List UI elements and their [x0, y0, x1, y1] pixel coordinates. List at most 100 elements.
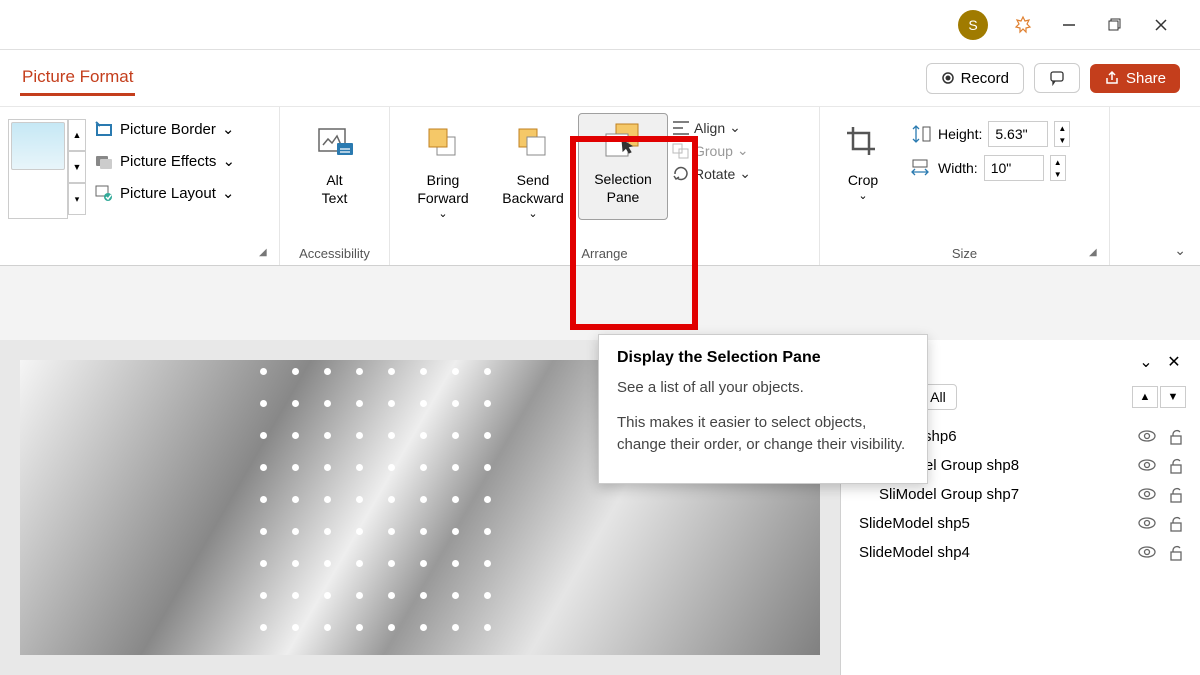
visibility-icon[interactable] — [1138, 429, 1156, 445]
effects-icon — [94, 151, 114, 171]
crop-icon — [845, 125, 881, 161]
comment-icon — [1049, 70, 1065, 86]
chevron-down-icon: ⌄ — [737, 142, 749, 159]
group-size: Crop ⌄ Height: ▲▼ Width: ▲▼ Size ◢ — [820, 107, 1110, 265]
comments-button[interactable] — [1034, 63, 1080, 93]
close-button[interactable] — [1138, 2, 1184, 48]
crop-button[interactable]: Crop ⌄ — [828, 113, 898, 202]
object-list-item[interactable]: SlideModel shp5 — [855, 509, 1186, 538]
gallery-more[interactable]: ▾ — [68, 183, 86, 215]
record-button[interactable]: Record — [926, 63, 1024, 94]
group-picture-styles: ▲ ▼ ▾ Picture Border ⌄ Picture Effects ⌄… — [0, 107, 280, 265]
selection-pane-icon — [602, 122, 644, 162]
gallery-up[interactable]: ▲ — [68, 119, 86, 151]
object-name: SlideModel shp5 — [859, 515, 1138, 532]
minimize-button[interactable] — [1046, 2, 1092, 48]
collapse-ribbon-icon[interactable]: ⌄ — [1174, 242, 1186, 259]
share-label: Share — [1126, 70, 1166, 87]
lock-icon[interactable] — [1168, 545, 1184, 561]
selection-pane-label: Selection Pane — [594, 170, 652, 206]
gallery-down[interactable]: ▼ — [68, 151, 86, 183]
align-button[interactable]: Align ⌄ — [672, 119, 751, 136]
gallery-scroll: ▲ ▼ ▾ — [68, 119, 86, 219]
pane-close-icon[interactable]: ✕ — [1162, 350, 1186, 374]
picture-layout-label: Picture Layout — [120, 185, 216, 202]
width-up[interactable]: ▲ — [1051, 156, 1065, 168]
picture-border-label: Picture Border — [120, 121, 216, 138]
rotate-button[interactable]: Rotate ⌄ — [672, 165, 751, 182]
lock-icon[interactable] — [1168, 458, 1184, 474]
alt-text-button[interactable]: Alt Text — [288, 113, 381, 207]
bring-forward-label: Bring Forward — [417, 171, 468, 207]
lock-icon[interactable] — [1168, 487, 1184, 503]
alt-text-label: Alt Text — [322, 171, 348, 207]
send-backward-button[interactable]: Send Backward ⌄ — [488, 113, 578, 220]
bring-forward-icon — [425, 125, 461, 161]
width-input[interactable] — [984, 155, 1044, 181]
picture-styles-launcher[interactable]: ◢ — [259, 247, 273, 261]
size-launcher[interactable]: ◢ — [1089, 247, 1103, 261]
visibility-icon[interactable] — [1138, 516, 1156, 532]
chevron-down-icon: ⌄ — [222, 120, 235, 138]
visibility-icon[interactable] — [1138, 487, 1156, 503]
pane-dropdown-icon[interactable]: ⌄ — [1134, 350, 1158, 374]
arrange-group-label: Arrange — [398, 244, 811, 261]
picture-style-gallery[interactable] — [8, 119, 68, 219]
dot-pattern — [260, 360, 520, 655]
tooltip-line2: This makes it easier to select objects, … — [617, 412, 909, 457]
picture-border-button[interactable]: Picture Border ⌄ — [94, 119, 235, 139]
height-input[interactable] — [988, 121, 1048, 147]
tab-picture-format[interactable]: Picture Format — [20, 61, 135, 96]
height-label: Height: — [938, 126, 982, 142]
chevron-down-icon: ⌄ — [222, 152, 235, 170]
lock-icon[interactable] — [1168, 429, 1184, 445]
chevron-down-icon: ⌄ — [858, 189, 867, 202]
ribbon: ▲ ▼ ▾ Picture Border ⌄ Picture Effects ⌄… — [0, 106, 1200, 266]
visibility-icon[interactable] — [1138, 545, 1156, 561]
size-group-label: Size — [828, 244, 1101, 261]
coming-soon-icon[interactable] — [1000, 2, 1046, 48]
picture-layout-button[interactable]: Picture Layout ⌄ — [94, 183, 235, 203]
move-down-button[interactable]: ▼ — [1160, 386, 1186, 408]
picture-effects-label: Picture Effects — [120, 153, 216, 170]
selection-pane-tooltip: Display the Selection Pane See a list of… — [598, 334, 928, 484]
user-avatar[interactable]: S — [958, 10, 988, 40]
bring-forward-button[interactable]: Bring Forward ⌄ — [398, 113, 488, 220]
width-label: Width: — [938, 160, 978, 176]
align-icon — [672, 120, 690, 136]
chevron-down-icon: ⌄ — [222, 184, 235, 202]
object-name: SliModel Group shp7 — [879, 486, 1138, 503]
border-icon — [94, 119, 114, 139]
style-thumb[interactable] — [11, 122, 65, 170]
align-label: Align — [694, 120, 725, 136]
group-icon — [672, 143, 690, 159]
rotate-label: Rotate — [694, 166, 735, 182]
chevron-down-icon: ⌄ — [528, 207, 537, 220]
picture-effects-button[interactable]: Picture Effects ⌄ — [94, 151, 235, 171]
object-list-item[interactable]: SliModel Group shp7 — [855, 480, 1186, 509]
object-name: SlideModel shp4 — [859, 544, 1138, 561]
object-list-item[interactable]: SlideModel shp4 — [855, 538, 1186, 567]
share-button[interactable]: Share — [1090, 64, 1180, 93]
send-backward-icon — [515, 125, 551, 161]
width-down[interactable]: ▼ — [1051, 168, 1065, 180]
ribbon-tabs: Picture Format Record Share — [0, 50, 1200, 106]
selection-pane-button[interactable]: Selection Pane — [578, 113, 668, 220]
height-up[interactable]: ▲ — [1055, 122, 1069, 134]
record-icon — [941, 71, 955, 85]
rotate-icon — [672, 166, 690, 182]
tooltip-title: Display the Selection Pane — [617, 349, 909, 367]
group-label-text: Group — [694, 143, 733, 159]
layout-icon — [94, 183, 114, 203]
record-label: Record — [961, 70, 1009, 87]
visibility-icon[interactable] — [1138, 458, 1156, 474]
share-icon — [1104, 70, 1120, 86]
group-button: Group ⌄ — [672, 142, 751, 159]
send-backward-label: Send Backward — [502, 171, 563, 207]
restore-button[interactable] — [1092, 2, 1138, 48]
lock-icon[interactable] — [1168, 516, 1184, 532]
move-up-button[interactable]: ▲ — [1132, 386, 1158, 408]
alt-text-icon — [315, 125, 355, 161]
height-down[interactable]: ▼ — [1055, 134, 1069, 146]
chevron-down-icon: ⌄ — [739, 165, 751, 182]
